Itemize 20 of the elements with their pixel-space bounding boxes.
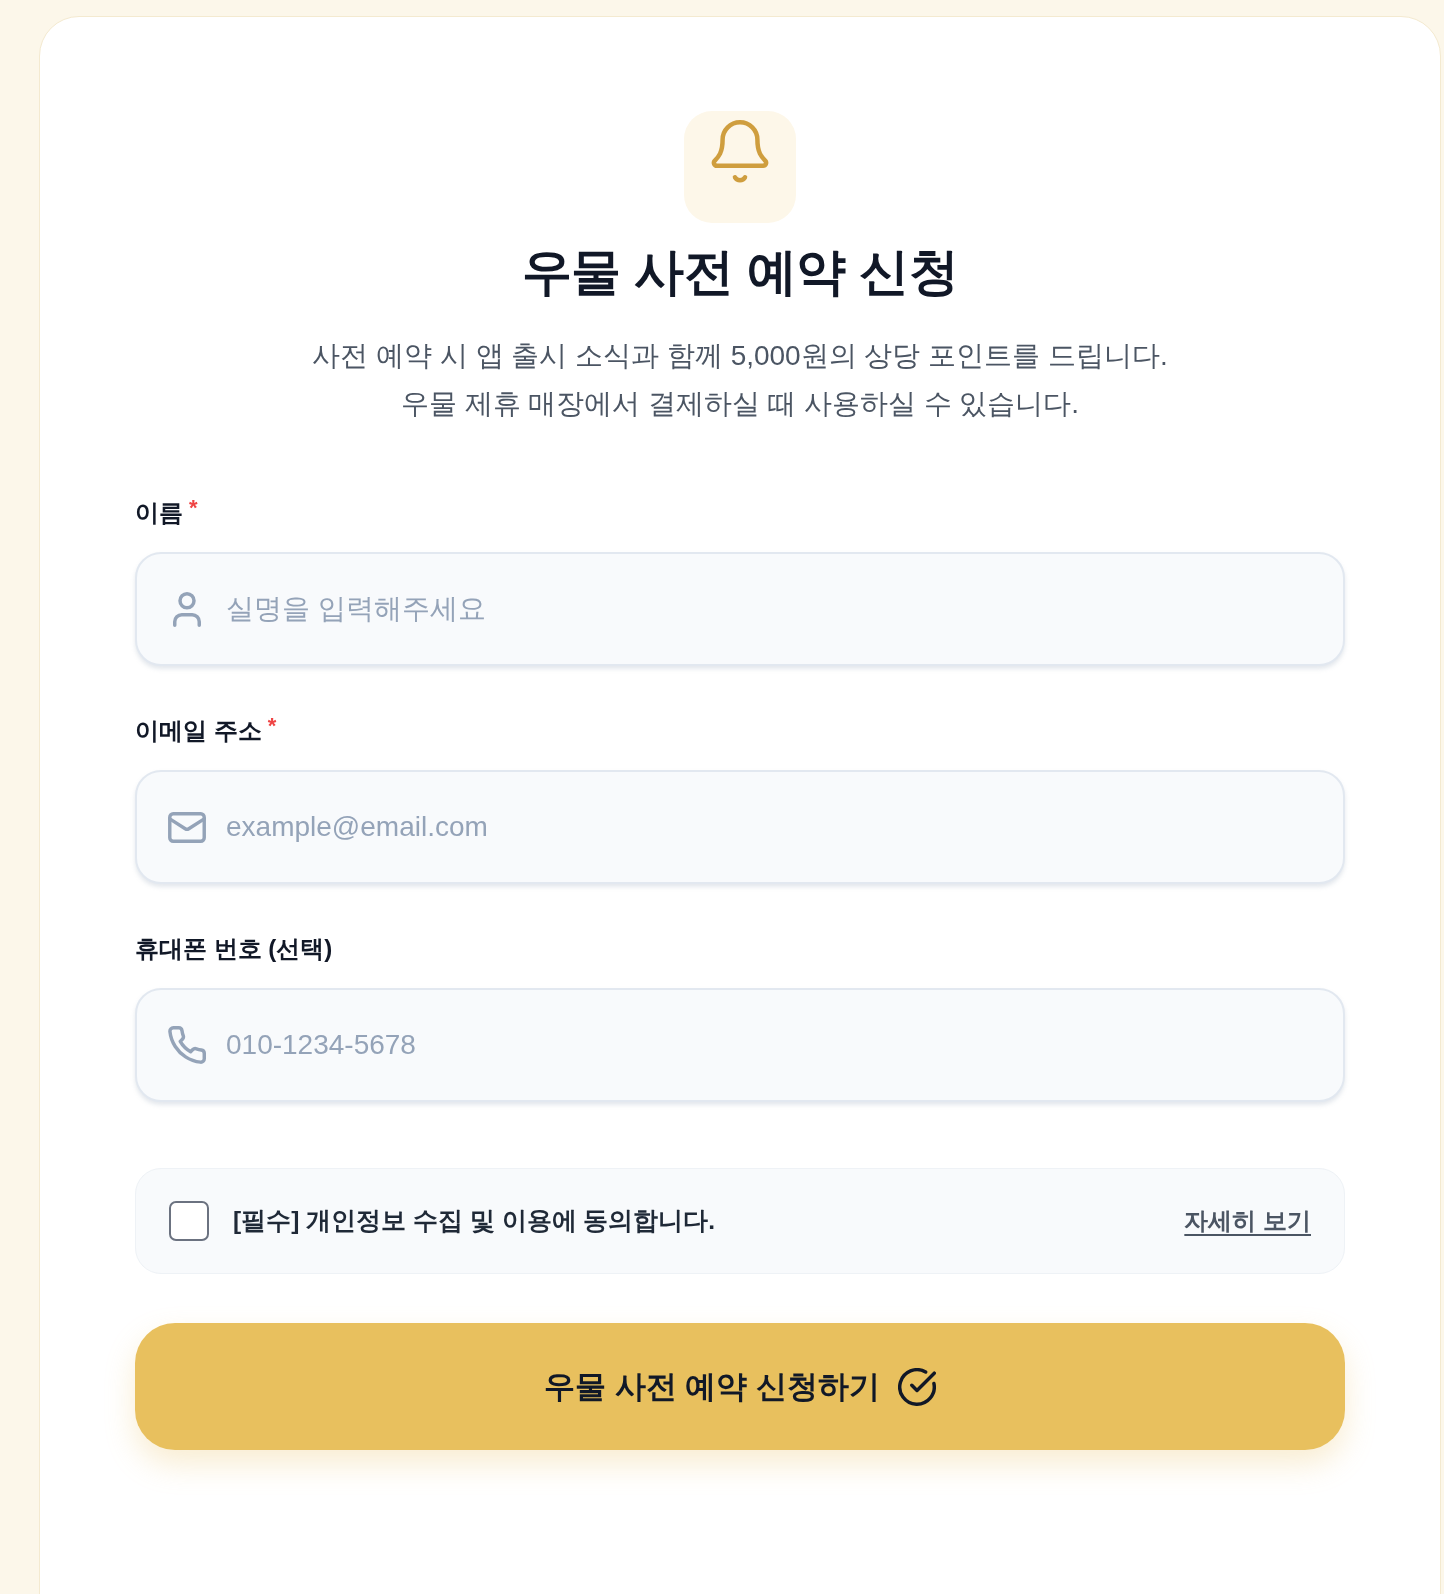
page-title: 우물 사전 예약 신청: [521, 243, 959, 302]
field-label: 휴대폰 번호 (선택): [135, 934, 333, 964]
input-field[interactable]: example@email.com: [135, 770, 1345, 884]
person-icon: [173, 591, 201, 627]
required-mark: *: [189, 497, 198, 519]
phone-icon: [168, 1026, 206, 1064]
field-label: 이메일 주소: [135, 716, 262, 746]
description-text: 사전 예약 시 앱 출시 소식과 함께 5,000원의 상당 포인트를 드립니다.: [312, 339, 1168, 373]
details-link[interactable]: 자세히 보기: [1184, 1205, 1311, 1237]
field-label: 이름: [135, 498, 183, 528]
consent-checkbox[interactable]: [169, 1201, 209, 1241]
submit-button[interactable]: 우물 사전 예약 신청하기: [135, 1323, 1345, 1450]
description-text: 우물 제휴 매장에서 결제하실 때 사용하실 수 있습니다.: [400, 387, 1080, 421]
bell-icon: [684, 111, 796, 223]
input-field[interactable]: 실명을 입력해주세요: [135, 552, 1345, 666]
consent-text: [필수] 개인정보 수집 및 이용에 동의합니다.: [233, 1206, 717, 1236]
check-circle-icon: [897, 1367, 936, 1406]
envelope-icon: [168, 811, 206, 843]
input-field[interactable]: 010-1234-5678: [135, 988, 1345, 1102]
required-mark: *: [267, 715, 277, 737]
